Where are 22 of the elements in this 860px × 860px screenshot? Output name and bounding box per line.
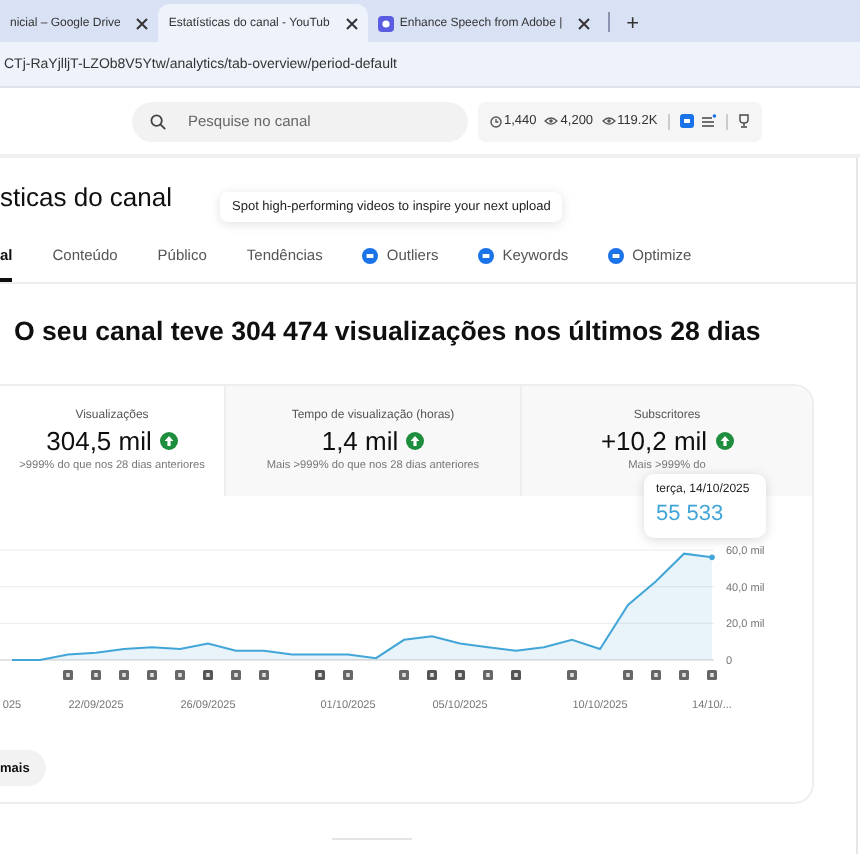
search-icon xyxy=(150,113,166,129)
close-icon[interactable] xyxy=(578,17,591,29)
metric-value: +10,2 mil xyxy=(600,426,708,456)
extension-icon xyxy=(478,247,495,263)
eye-icon xyxy=(544,116,559,126)
close-icon[interactable] xyxy=(345,17,358,29)
extension-icon xyxy=(362,247,379,263)
tooltip-value: 55 533 xyxy=(656,502,726,526)
extension-icon[interactable] xyxy=(679,114,694,128)
new-tab-button[interactable]: + xyxy=(618,12,648,42)
trophy-icon[interactable] xyxy=(737,114,750,128)
headline: O seu canal teve 304 474 visualizações nos últimos 28 dias xyxy=(14,316,761,346)
eye-icon xyxy=(601,116,616,126)
app-icon xyxy=(377,15,394,31)
metric-value: 1,4 mil xyxy=(321,426,399,456)
close-icon[interactable] xyxy=(136,17,149,29)
page-title: sticas do canal xyxy=(0,182,172,214)
extension-icon xyxy=(608,247,625,263)
metric-value: 304,5 mil xyxy=(46,426,152,456)
data-point xyxy=(709,554,715,561)
list-icon[interactable] xyxy=(701,114,716,128)
clock-icon xyxy=(490,115,502,127)
